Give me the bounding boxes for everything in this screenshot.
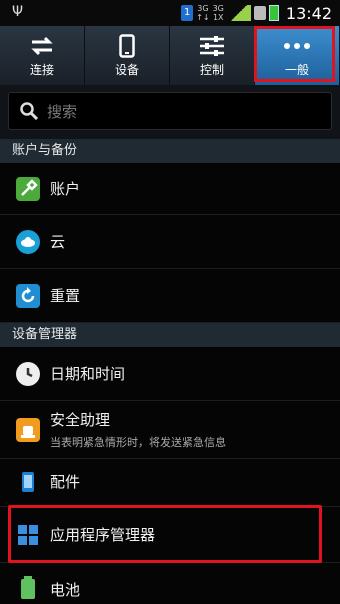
network-type-label: 3G <box>197 4 209 13</box>
tab-label: 设备 <box>114 63 139 77</box>
status-bar: Ψ 1 3G ↑↓ 3G 1X 13:42 <box>0 0 340 26</box>
tab-highlight-box <box>254 26 335 82</box>
item-label: 配件 <box>50 473 81 491</box>
controls-icon <box>199 33 225 59</box>
sim-indicator: 1 <box>181 5 194 21</box>
phone-icon <box>16 470 40 494</box>
item-label: 日期和时间 <box>50 365 126 383</box>
list-item-accounts[interactable]: 账户 <box>0 163 340 215</box>
item-label: 云 <box>50 233 66 251</box>
cloud-icon <box>16 230 40 254</box>
list-item-safety-assistance[interactable]: 安全助理 当表明紧急情形时，将发送紧急信息 <box>0 401 340 459</box>
item-label: 重置 <box>50 287 81 305</box>
status-icons: 1 3G ↑↓ 3G 1X 13:42 <box>181 3 332 23</box>
tab-connections[interactable]: 连接 <box>0 26 85 85</box>
tab-label: 控制 <box>199 63 224 77</box>
sd-card-icon <box>253 6 266 20</box>
list-item-accessories[interactable]: 配件 <box>0 459 340 507</box>
list-item-reset[interactable]: 重置 <box>0 269 340 323</box>
signal-icon <box>226 5 251 21</box>
alarm-icon <box>16 418 40 442</box>
tab-label: 连接 <box>29 63 54 77</box>
network-indicator-1: 3G ↑↓ <box>196 4 209 22</box>
battery-icon <box>268 5 279 21</box>
network-type-label: 3G <box>212 4 224 13</box>
network-activity: ↑↓ <box>196 13 210 22</box>
search-icon <box>19 101 39 121</box>
clock-icon <box>16 362 40 386</box>
network-type-label: 1X <box>212 13 224 22</box>
search-input[interactable]: 搜索 <box>8 92 332 130</box>
clock: 13:42 <box>285 3 332 23</box>
accounts-icon <box>16 177 40 201</box>
device-icon <box>119 33 135 59</box>
item-label: 电池 <box>50 581 81 599</box>
item-highlight-box <box>8 505 322 563</box>
section-header-accounts-backup: 账户与备份 <box>0 139 340 163</box>
list-item-battery[interactable]: 电池 <box>0 563 340 604</box>
battery-item-icon <box>16 575 40 599</box>
network-indicator-2: 3G 1X <box>213 4 224 22</box>
usb-icon: Ψ <box>12 4 24 20</box>
item-label: 安全助理 <box>50 411 111 429</box>
search-placeholder: 搜索 <box>47 102 78 121</box>
tab-controls[interactable]: 控制 <box>170 26 255 85</box>
connections-icon <box>30 33 54 59</box>
tab-device[interactable]: 设备 <box>85 26 170 85</box>
list-item-cloud[interactable]: 云 <box>0 215 340 269</box>
item-label: 账户 <box>50 180 81 198</box>
reset-icon <box>16 284 40 308</box>
section-header-device-manager: 设备管理器 <box>0 323 340 347</box>
search-area: 搜索 <box>0 85 340 139</box>
item-description: 当表明紧急情形时，将发送紧急信息 <box>50 436 226 449</box>
list-item-date-time[interactable]: 日期和时间 <box>0 347 340 401</box>
